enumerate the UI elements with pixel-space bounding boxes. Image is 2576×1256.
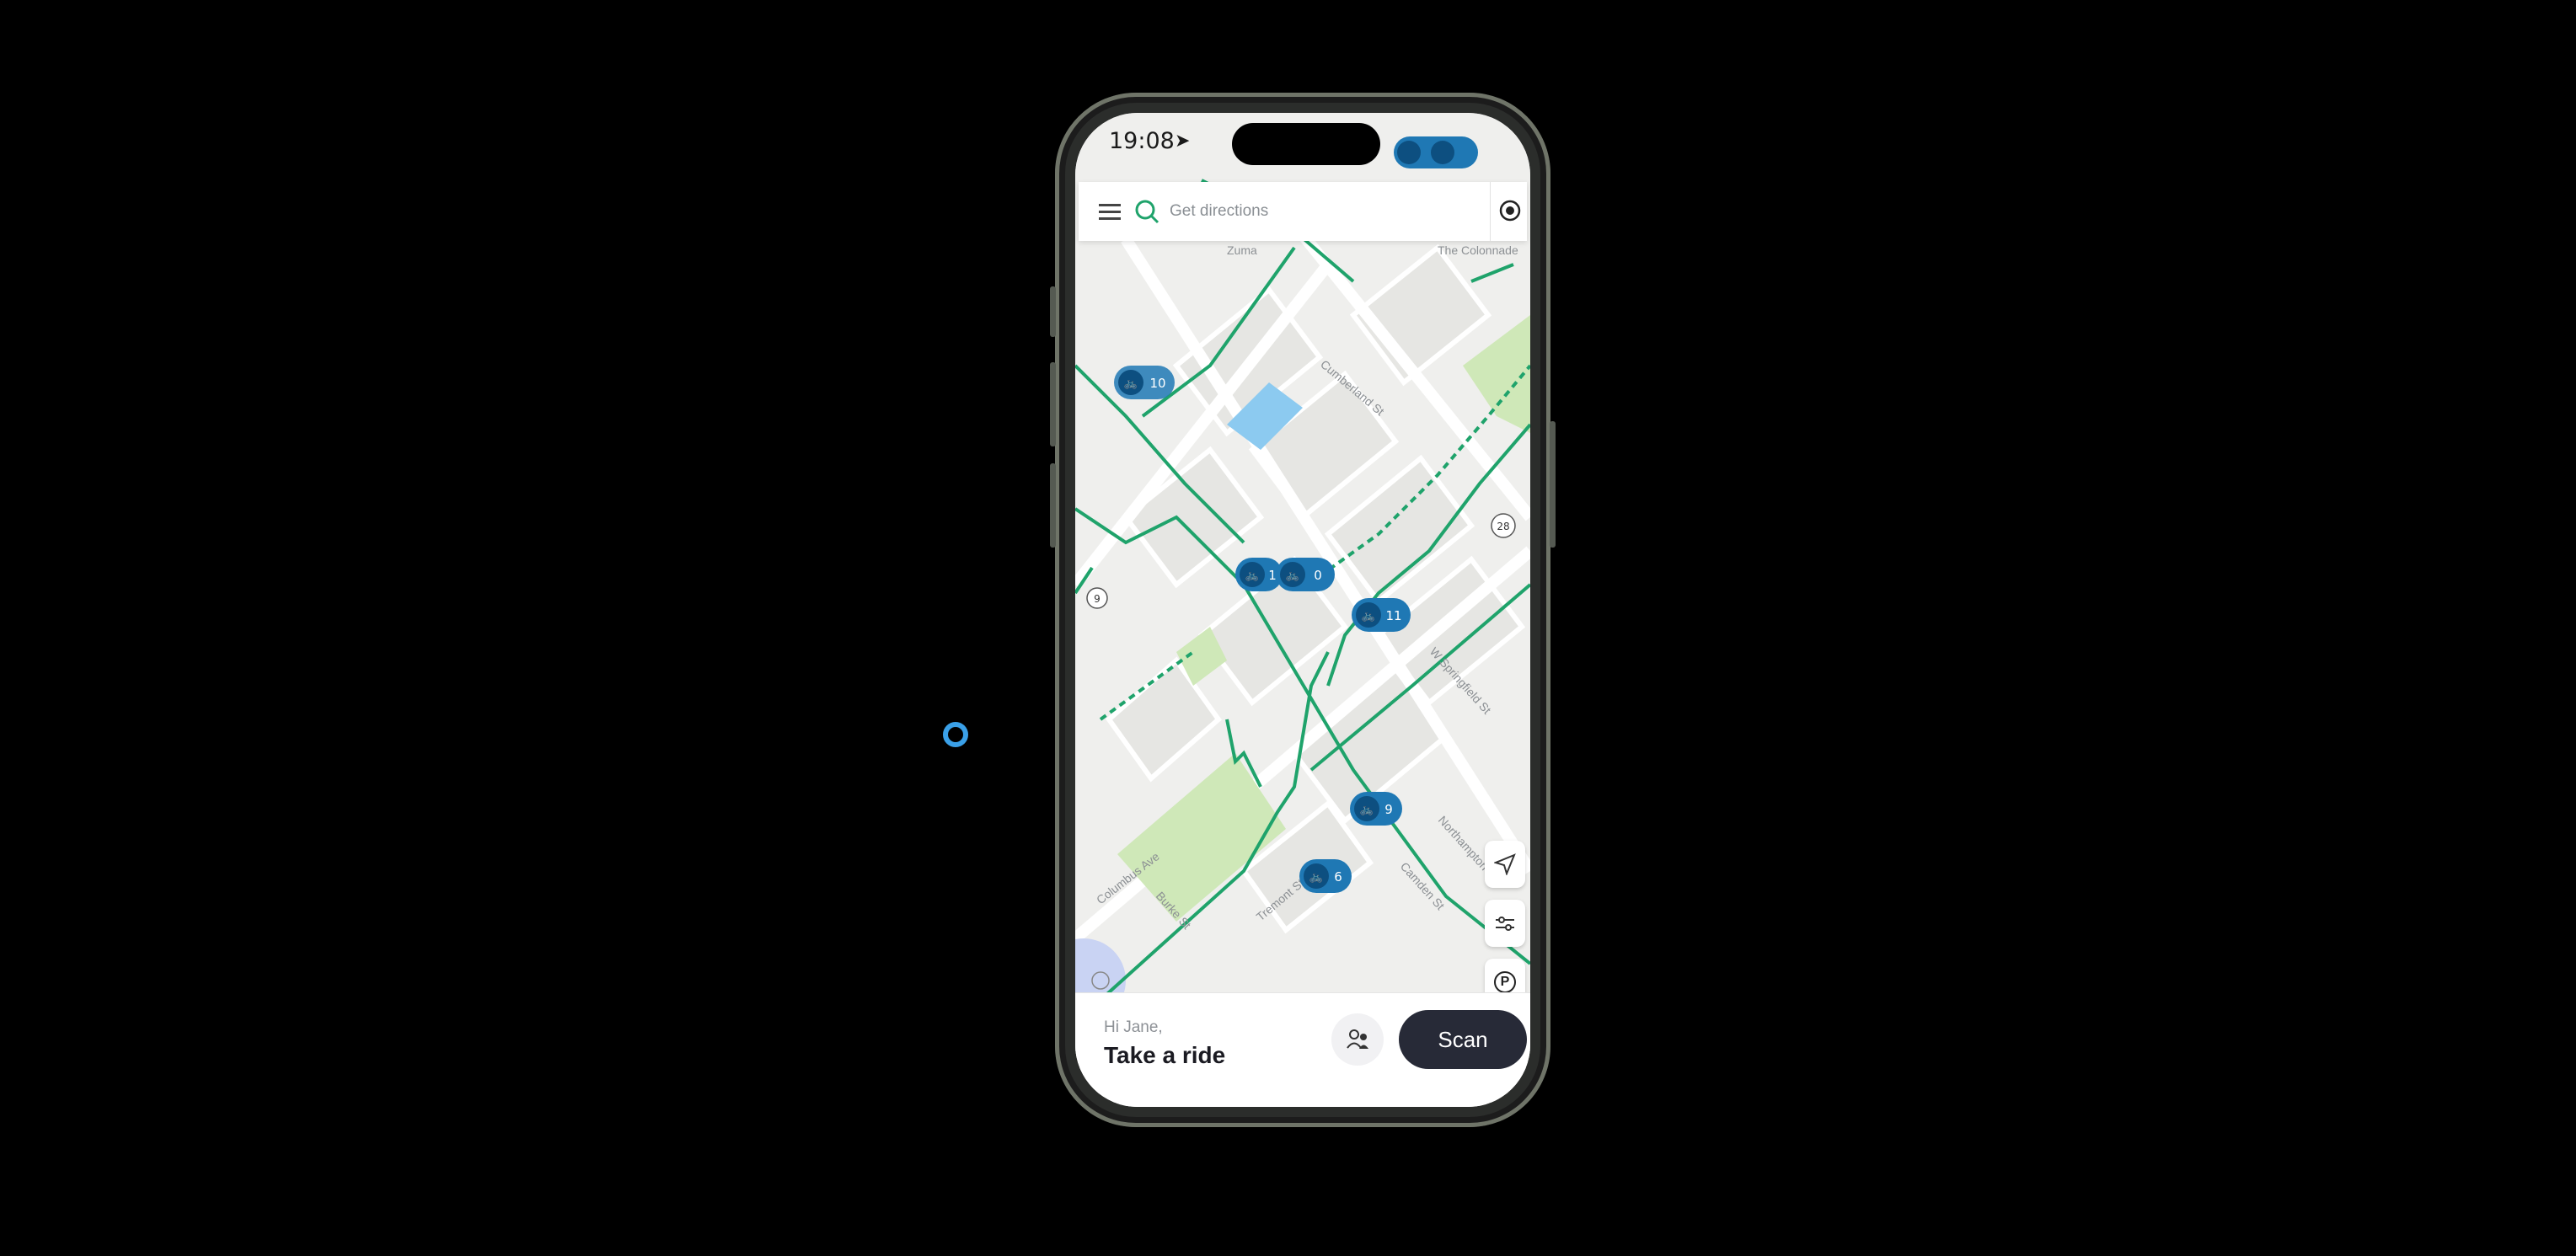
bike-station-pin[interactable]: 🚲 6: [1299, 859, 1352, 893]
status-time: 19:08: [1109, 128, 1175, 154]
parking-icon: P: [1494, 971, 1516, 993]
station-count: 9: [1384, 802, 1393, 817]
filter-sliders-icon: [1496, 917, 1514, 931]
locate-button[interactable]: [1485, 841, 1525, 888]
app-screen: Zuma The Colonnade Cumberland St W Sprin…: [1075, 113, 1530, 1107]
bike-icon: 🚲: [1362, 609, 1375, 622]
dynamic-island: [1232, 123, 1380, 165]
search-input[interactable]: Get directions: [1170, 202, 1268, 221]
scan-button[interactable]: Scan: [1399, 1010, 1527, 1069]
bike-icon: 🚲: [1245, 569, 1259, 581]
take-ride-heading: Take a ride: [1104, 1042, 1226, 1068]
search-icon: [1135, 200, 1159, 224]
bike-station-pin[interactable]: 🚲 11: [1352, 598, 1411, 632]
map-view[interactable]: Zuma The Colonnade Cumberland St W Sprin…: [1075, 113, 1530, 1107]
street-label: Zuma: [1227, 243, 1257, 257]
bike-station-pin[interactable]: 🚲 10: [1114, 366, 1175, 399]
filter-button[interactable]: [1485, 900, 1525, 947]
ride-panel: Hi Jane, Take a ride Scan: [1075, 992, 1530, 1107]
bike-station-pin[interactable]: 🚲 0: [1276, 558, 1335, 591]
station-count: 11: [1385, 608, 1401, 623]
group-ride-button[interactable]: [1331, 1013, 1384, 1066]
group-ride-icon: [1347, 1029, 1368, 1049]
navigation-arrow-icon: [1494, 853, 1516, 875]
bike-icon: 🚲: [1286, 569, 1299, 581]
svg-text:28: 28: [1497, 521, 1509, 532]
location-arrow-icon: ➤: [1175, 130, 1191, 151]
station-count: 1: [1268, 568, 1277, 583]
map-pin-icon[interactable]: [1498, 200, 1522, 223]
bike-station-pin[interactable]: 🚲 1: [1235, 558, 1283, 591]
station-count: 0: [1314, 568, 1322, 583]
phone-frame: Zuma The Colonnade Cumberland St W Sprin…: [1050, 93, 1556, 1127]
bike-icon: 🚲: [1124, 377, 1138, 389]
route-shield: 9: [1086, 587, 1108, 609]
greeting-text: Hi Jane,: [1104, 1018, 1163, 1036]
station-count: 10: [1149, 376, 1165, 391]
bike-station-pin[interactable]: 🚲 9: [1350, 792, 1402, 826]
status-bar: 19:08 ➤: [1075, 113, 1530, 172]
street-label: The Colonnade: [1438, 243, 1518, 257]
cursor-indicator: [943, 722, 968, 747]
route-shield: 28: [1491, 513, 1516, 538]
hamburger-menu-icon[interactable]: [1099, 202, 1122, 221]
bike-icon: 🚲: [1309, 870, 1323, 883]
svg-text:9: 9: [1094, 593, 1101, 605]
station-count: 6: [1334, 869, 1342, 885]
search-bar[interactable]: Get directions: [1079, 182, 1527, 241]
bike-icon: 🚲: [1360, 803, 1374, 815]
